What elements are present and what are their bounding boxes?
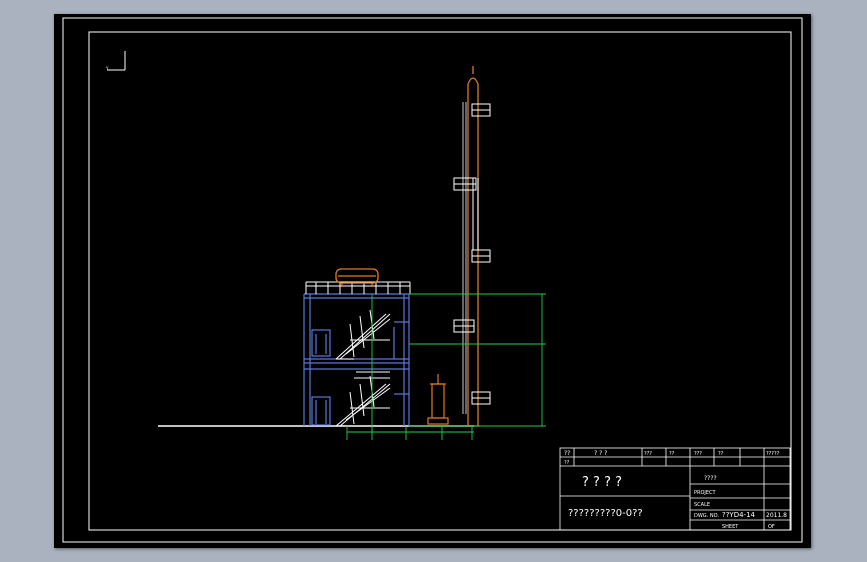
inner-frame	[88, 31, 792, 531]
title-block-text: ?? ? ? ? ?? ??? ?? ??? ?? ????? ? ? ? ? …	[564, 450, 787, 530]
tb-cell-4: ??	[718, 451, 724, 457]
pump-skid	[427, 374, 449, 425]
ucs-label: Y	[105, 66, 109, 71]
top-railing	[305, 281, 411, 294]
tb-header-left: ??	[564, 450, 570, 457]
tb-doc-label: DWG. NO.	[694, 513, 719, 519]
tb-sheet: SHEET	[722, 524, 739, 530]
drawing-viewport[interactable]: Y ?? ? ? ? ?? ??? ?? ??? ?? ????? ? ? ? …	[54, 14, 811, 548]
steel-frame	[303, 293, 410, 426]
tb-sheet-of: OF	[768, 524, 775, 530]
tb-stage-label: PROJECT	[694, 490, 717, 496]
tb-drawing-no: ?????????0-0??	[568, 508, 643, 519]
tb-cell-3: ???	[694, 451, 702, 457]
column-platforms	[453, 103, 491, 405]
tb-cell-5: ?????	[766, 451, 780, 457]
tb-code: ??YD4-14	[722, 511, 756, 519]
tb-scale-label: SCALE	[694, 502, 710, 508]
cad-drawing: Y ?? ? ? ? ?? ??? ?? ??? ?? ????? ? ? ? …	[62, 17, 803, 543]
horizontal-vessel	[335, 268, 379, 287]
staircase	[335, 309, 391, 427]
tb-header-mid: ? ? ?	[594, 450, 607, 457]
tb-big-title: ? ? ? ?	[582, 475, 622, 490]
tb-cell-2: ??	[669, 451, 675, 457]
ucs-icon: Y	[105, 51, 126, 71]
tb-product-label: ????	[704, 475, 717, 482]
tb-date: 2011.8	[766, 512, 787, 519]
tb-sub-left: ??	[564, 460, 570, 466]
column-ladder	[462, 102, 467, 414]
outer-frame	[62, 17, 803, 543]
tb-cell-1: ???	[644, 451, 652, 457]
